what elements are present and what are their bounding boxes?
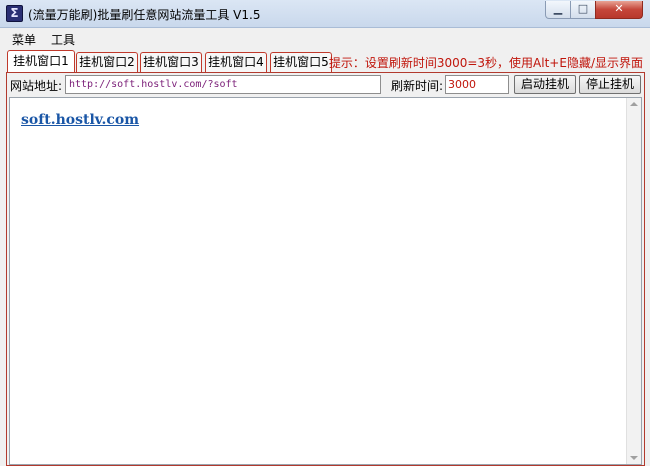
url-label: 网站地址:: [10, 79, 63, 93]
tab-window-5[interactable]: 挂机窗口5: [270, 52, 332, 72]
close-button[interactable]: ✕: [595, 1, 643, 19]
site-link[interactable]: soft.hostlv.com: [21, 112, 139, 128]
app-icon: Σ: [6, 5, 23, 22]
refresh-time-label: 刷新时间:: [391, 79, 444, 93]
scroll-down-icon[interactable]: [630, 456, 638, 460]
refresh-time-input[interactable]: 3000: [445, 75, 509, 94]
menu-bar: 菜单 工具: [0, 29, 650, 47]
scroll-up-icon[interactable]: [630, 102, 638, 106]
vertical-scrollbar[interactable]: [626, 98, 641, 464]
tab-strip: 挂机窗口1 挂机窗口2 挂机窗口3 挂机窗口4 挂机窗口5 提示：设置刷新时间3…: [0, 50, 650, 72]
url-input[interactable]: http://soft.hostlv.com/?soft: [65, 75, 381, 94]
window-title: (流量万能刷)批量刷任意网站流量工具 V1.5: [28, 8, 261, 22]
start-button[interactable]: 启动挂机: [514, 75, 576, 94]
title-bar: Σ (流量万能刷)批量刷任意网站流量工具 V1.5 ▁ □ ✕: [0, 0, 650, 28]
menu-item-tools[interactable]: 工具: [51, 31, 75, 48]
tab-window-1[interactable]: 挂机窗口1: [7, 50, 75, 72]
hint-text: 提示：设置刷新时间3000=3秒，使用Alt+E隐藏/显示界面: [328, 56, 643, 70]
maximize-button[interactable]: □: [570, 1, 596, 19]
minimize-button[interactable]: ▁: [545, 1, 571, 19]
menu-item-menu[interactable]: 菜单: [12, 31, 36, 48]
tab-window-4[interactable]: 挂机窗口4: [205, 52, 267, 72]
tab-window-3[interactable]: 挂机窗口3: [140, 52, 202, 72]
stop-button[interactable]: 停止挂机: [579, 75, 641, 94]
browser-view[interactable]: soft.hostlv.com: [9, 97, 642, 465]
tab-panel: 网站地址: http://soft.hostlv.com/?soft 刷新时间:…: [6, 72, 645, 466]
tab-window-2[interactable]: 挂机窗口2: [76, 52, 138, 72]
